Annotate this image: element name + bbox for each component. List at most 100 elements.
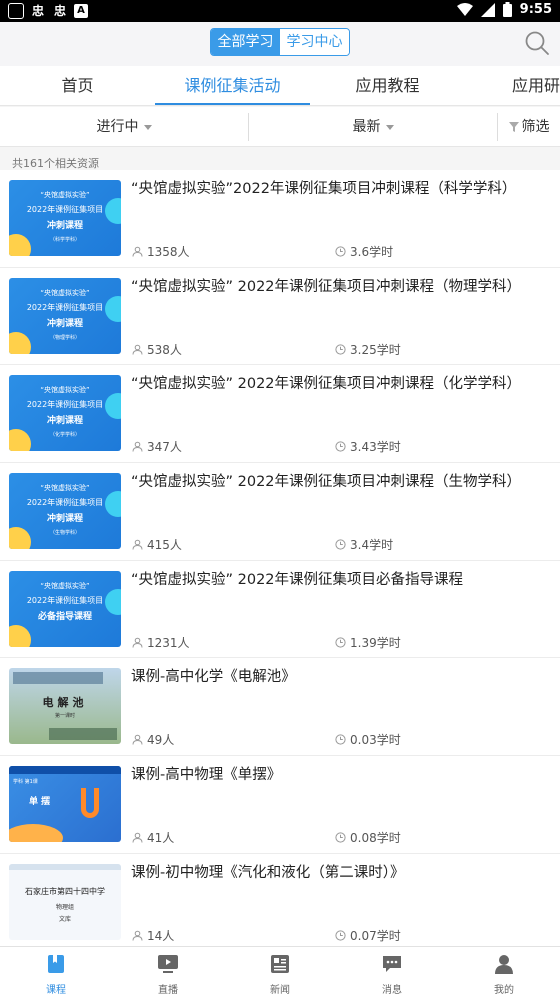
- course-thumbnail: 石家庄市第四十四中学 物理组文库: [9, 863, 121, 940]
- thumbnail-text: 物理组: [55, 903, 74, 911]
- list-item[interactable]: 电解池 第一课时 课例-高中化学《电解池》 49人 0.03学时: [0, 658, 560, 757]
- search-icon[interactable]: [524, 30, 550, 56]
- thumbnail-text: “央馆虚拟实验”: [40, 484, 90, 493]
- learner-count-value: 14人: [147, 928, 175, 943]
- tab-application-research[interactable]: 应用研: [500, 66, 560, 106]
- thumbnail-text: 2022年课例征集项目: [26, 205, 104, 214]
- list-item[interactable]: 学科 第1课 单摆 课例-高中物理《单摆》 41人 0.08学时: [0, 756, 560, 854]
- thumbnail-text: （科学学科）: [49, 237, 80, 243]
- learner-count: 41人: [132, 829, 174, 846]
- app-header: 全部学习 学习中心: [0, 22, 560, 66]
- person-outline-icon: [132, 637, 143, 648]
- segment-learning-center[interactable]: 学习中心: [280, 29, 349, 55]
- learner-count-value: 41人: [147, 831, 175, 846]
- wifi-icon: [456, 2, 473, 16]
- notification-icon: A: [74, 4, 88, 18]
- result-count: 共161个相关资源: [12, 157, 99, 170]
- person-outline-icon: [132, 735, 143, 745]
- nav-live-label: 直播: [158, 985, 178, 995]
- thumbnail-text: 石家庄市第四十四中学: [25, 886, 105, 896]
- thumbnail-text: （生物学科）: [49, 530, 80, 537]
- list-item[interactable]: “央馆虚拟实验” 2022年课例征集项目 冲刺课程 （化学学科） “央馆虚拟实验” 20…: [0, 365, 560, 464]
- live-tv-icon: [158, 955, 178, 973]
- thumbnail-text: 学科 第1课: [13, 779, 38, 786]
- thumbnail-image-strip: [49, 728, 117, 741]
- course-title: “央馆虚拟实验” 2022年课例征集项目冲刺课程（生物学科）: [131, 474, 522, 491]
- nav-live[interactable]: 直播: [112, 947, 224, 995]
- status-filter-dropdown[interactable]: 进行中: [0, 107, 248, 147]
- mode-switch: 全部学习 学习中心: [210, 28, 350, 56]
- status-filter-label: 进行中: [96, 119, 139, 135]
- clock-icon: [335, 539, 346, 550]
- segment-all-learning[interactable]: 全部学习: [211, 29, 280, 55]
- thumbnail-text: 2022年课例征集项目: [26, 302, 104, 312]
- status-bar: 忠 忠 A 9:55: [0, 0, 560, 22]
- learner-count: 1358人: [132, 243, 190, 260]
- course-list: “央馆虚拟实验” 2022年课例征集项目 冲刺课程 （科学学科） “央馆虚拟实验” 202…: [0, 170, 560, 952]
- thumbnail-text: 必备指导课程: [37, 611, 92, 622]
- clock: 9:55: [519, 2, 552, 17]
- course-hours-value: 3.4学时: [350, 538, 394, 553]
- clock-icon: [335, 734, 346, 746]
- sort-dropdown[interactable]: 最新: [249, 107, 497, 147]
- person-outline-icon: [132, 539, 143, 550]
- thumbnail-banner: [9, 766, 121, 775]
- thumbnail-text: “央馆虚拟实验”: [40, 581, 90, 590]
- magnet-illustration: [81, 788, 99, 819]
- nav-news[interactable]: 新闻: [224, 947, 336, 995]
- list-item[interactable]: 石家庄市第四十四中学 物理组 文库 课例-初中物理《汽化和液化（第二课时）》 14人 0.…: [0, 853, 560, 952]
- clock-icon: [335, 832, 346, 843]
- tab-tutorials[interactable]: 应用教程: [310, 66, 465, 106]
- nav-courses[interactable]: 课程: [0, 947, 112, 995]
- thumbnail-text: “央馆虚拟实验”: [40, 386, 90, 395]
- thumbnail-text: 冲刺课程: [46, 416, 83, 427]
- filter-bar: 进行中 最新 筛选: [0, 107, 560, 147]
- nav-news-label: 新闻: [270, 985, 290, 995]
- decorative-circle: [9, 624, 31, 647]
- list-item[interactable]: “央馆虚拟实验” 2022年课例征集项目 冲刺课程 （生物学科） “央馆虚拟实验” 20…: [0, 463, 560, 561]
- nav-messages[interactable]: 消息: [336, 947, 448, 995]
- notification-icon: 忠: [31, 4, 44, 18]
- thumbnail-text: 单摆: [29, 797, 54, 808]
- active-tab-indicator: [155, 103, 310, 105]
- nav-profile[interactable]: 我的: [448, 947, 560, 995]
- clock-icon: [335, 246, 346, 257]
- learner-count-value: 1231人: [147, 635, 190, 650]
- chat-bubble-icon: [383, 956, 401, 972]
- thumbnail-text: 电解池: [42, 696, 88, 710]
- course-hours: 3.4学时: [335, 536, 393, 553]
- course-thumbnail: 电解池 第一课时: [9, 668, 121, 745]
- course-hours: 0.03学时: [335, 731, 401, 748]
- course-title: “央馆虚拟实验”2022年课例征集项目冲刺课程（科学学科）: [131, 181, 517, 197]
- learner-count: 14人: [132, 927, 174, 944]
- thumbnail-text: 冲刺课程: [46, 318, 83, 329]
- person-outline-icon: [132, 832, 143, 843]
- signal-icon: [480, 2, 495, 17]
- course-thumbnail: “央馆虚拟实验” 2022年课例征集项目 冲刺课程 （生物学科）: [9, 473, 121, 550]
- course-hours-value: 0.07学时: [350, 928, 401, 943]
- tab-home[interactable]: 首页: [0, 66, 155, 106]
- clock-icon: [335, 637, 346, 648]
- list-item[interactable]: “央馆虚拟实验” 2022年课例征集项目 冲刺课程 （科学学科） “央馆虚拟实验” 202…: [0, 170, 560, 268]
- course-title: 课例-初中物理《汽化和液化（第二课时）》: [131, 864, 405, 881]
- thumbnail-text: （物理学科）: [49, 334, 80, 341]
- course-thumbnail: 学科 第1课单摆: [9, 766, 121, 843]
- course-title: 课例-高中物理《单摆》: [131, 767, 282, 784]
- list-item[interactable]: “央馆虚拟实验” 2022年课例征集项目 冲刺课程 （物理学科） “央馆虚拟实验” 20…: [0, 267, 560, 366]
- course-hours: 3.6学时: [335, 243, 393, 260]
- thumbnail-text: 文库: [58, 915, 71, 923]
- thumbnail-text: 2022年课例征集项目: [26, 498, 104, 508]
- thumbnail-text: （化学学科）: [49, 432, 80, 439]
- decorative-shape: [9, 824, 63, 843]
- filter-button[interactable]: 筛选: [498, 107, 560, 147]
- learner-count-value: 538人: [147, 342, 182, 357]
- thumbnail-image-strip: [13, 672, 103, 685]
- course-title: 课例-高中化学《电解池》: [131, 669, 296, 686]
- notification-icon: [8, 3, 24, 19]
- notification-icon: 忠: [53, 4, 66, 18]
- thumbnail-text: “央馆虚拟实验”: [40, 191, 90, 199]
- list-item[interactable]: “央馆虚拟实验” 2022年课例征集项目 必备指导课程 “央馆虚拟实验” 2022年课…: [0, 560, 560, 659]
- clock-icon: [335, 441, 346, 452]
- person-outline-icon: [132, 930, 143, 941]
- tab-case-collection[interactable]: 课例征集活动: [155, 66, 310, 106]
